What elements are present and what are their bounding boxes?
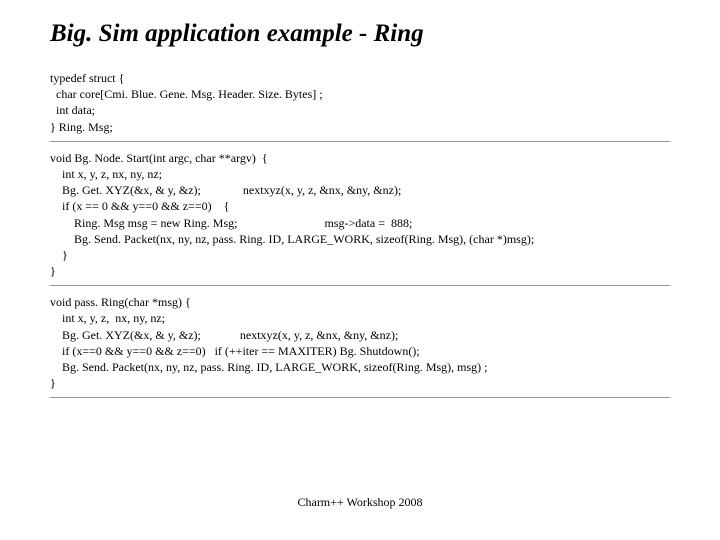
code-block-nodestart: void Bg. Node. Start(int argc, char **ar… (50, 150, 670, 287)
slide-title: Big. Sim application example - Ring (50, 20, 670, 48)
code-block-struct: typedef struct { char core[Cmi. Blue. Ge… (50, 70, 670, 142)
slide-footer: Charm++ Workshop 2008 (0, 495, 720, 510)
code-block-passring: void pass. Ring(char *msg) { int x, y, z… (50, 294, 670, 398)
slide: Big. Sim application example - Ring type… (0, 0, 720, 540)
